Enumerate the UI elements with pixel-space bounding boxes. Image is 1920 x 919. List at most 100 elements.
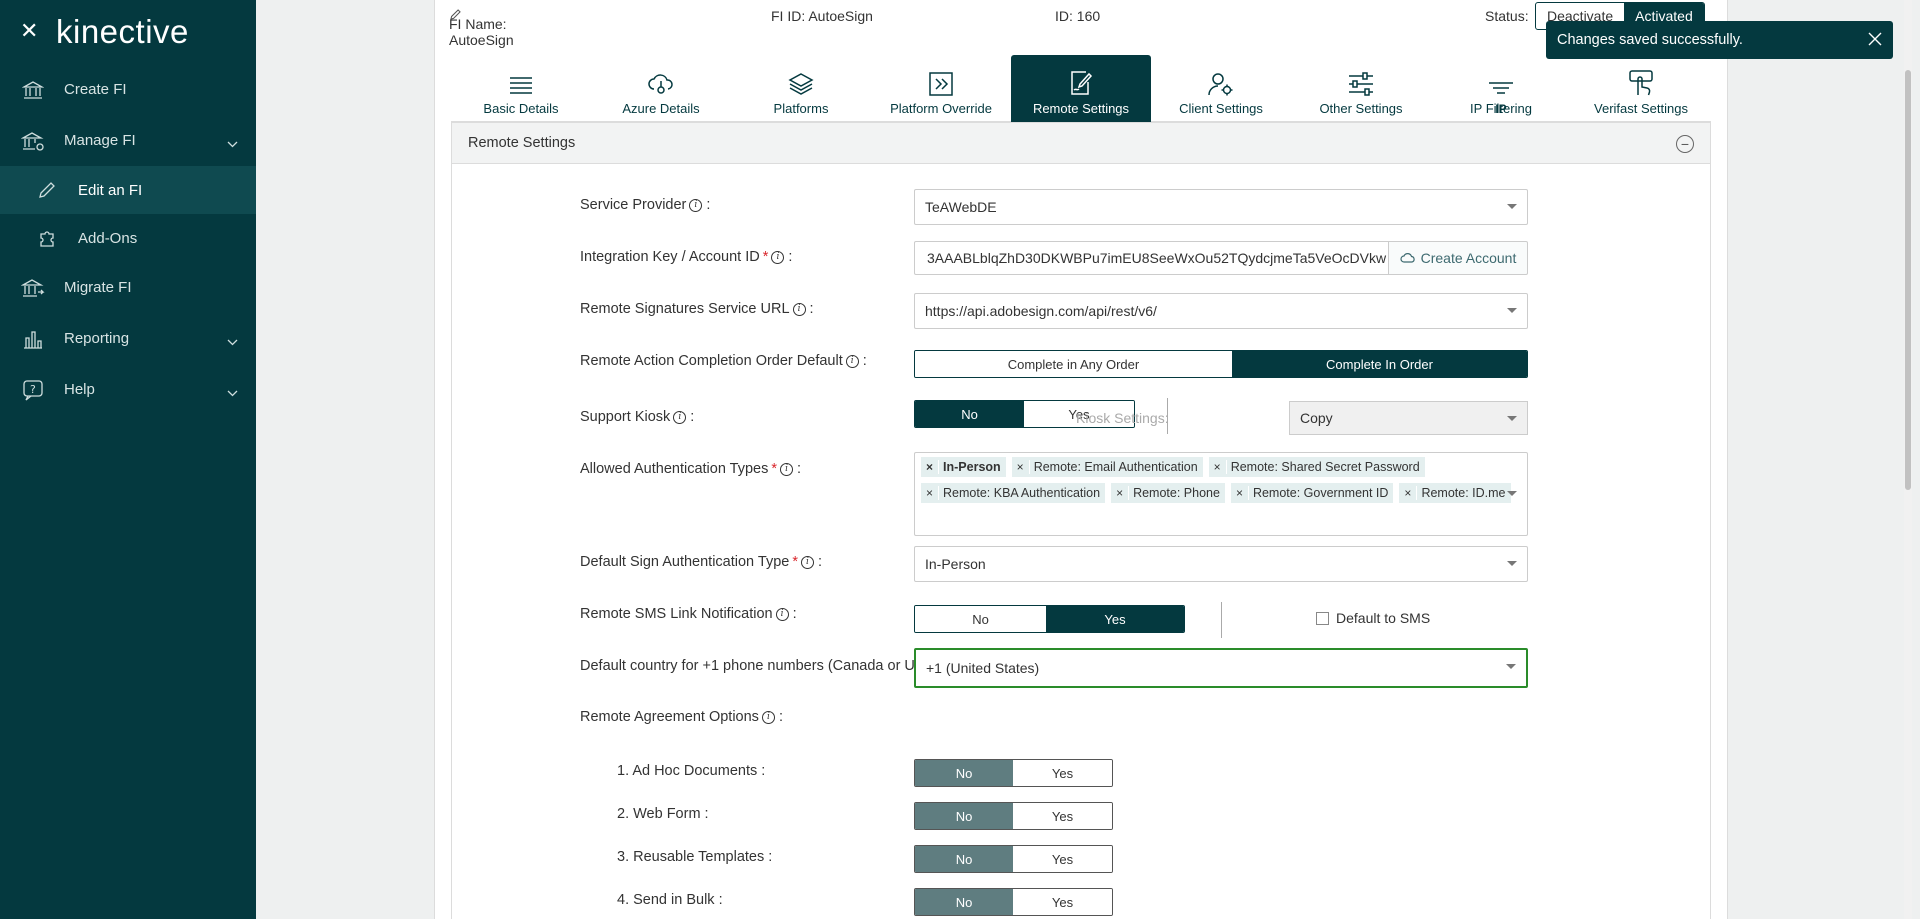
sidebar-item-migrate-fi[interactable]: Migrate FI xyxy=(0,262,256,313)
auth-chip[interactable]: × Remote: Email Authentication xyxy=(1011,457,1203,477)
web-form-no-option[interactable]: No xyxy=(915,803,1013,829)
sms-no-option[interactable]: No xyxy=(915,606,1047,632)
complete-any-order-option[interactable]: Complete in Any Order xyxy=(915,351,1232,377)
auth-chip[interactable]: × Remote: Government ID xyxy=(1230,483,1394,503)
reusable-templates-label: 3. Reusable Templates : xyxy=(617,849,773,865)
sms-notify-toggle[interactable]: No Yes xyxy=(914,605,1185,633)
auth-chip[interactable]: × Remote: Shared Secret Password xyxy=(1208,457,1425,477)
info-icon[interactable]: i xyxy=(761,710,775,724)
pencil-icon xyxy=(36,177,58,203)
bar-chart-icon xyxy=(20,326,46,352)
remove-chip-icon[interactable]: × xyxy=(1231,486,1249,500)
tab-verifast-settings[interactable]: Verifast Settings xyxy=(1571,55,1711,122)
web-form-yes-option[interactable]: Yes xyxy=(1013,803,1112,829)
service-url-select[interactable]: https://api.adobesign.com/api/rest/v6/ xyxy=(914,293,1528,329)
info-icon[interactable]: i xyxy=(689,198,703,212)
auth-chip[interactable]: × In-Person xyxy=(921,457,1006,477)
send-in-bulk-toggle[interactable]: No Yes xyxy=(914,888,1113,916)
page-scrollbar[interactable] xyxy=(1904,0,1912,919)
collapse-icon[interactable]: − xyxy=(1676,135,1694,153)
tab-azure-details[interactable]: Azure Details xyxy=(591,55,731,122)
default-auth-select[interactable]: In-Person xyxy=(914,546,1528,582)
chevron-down-icon xyxy=(227,384,238,401)
section-header[interactable]: Remote Settings − xyxy=(451,122,1711,164)
remove-chip-icon[interactable]: × xyxy=(1209,460,1227,474)
sms-yes-option[interactable]: Yes xyxy=(1046,606,1184,632)
tab-other-settings[interactable]: Other Settings xyxy=(1291,55,1431,122)
divider xyxy=(1221,602,1222,638)
default-auth-label: Default Sign Authentication Type * i: xyxy=(580,554,823,570)
info-icon[interactable]: i xyxy=(800,555,814,569)
send-in-bulk-yes-option[interactable]: Yes xyxy=(1013,889,1112,915)
tab-platform-override[interactable]: Platform Override xyxy=(871,55,1011,122)
send-in-bulk-label: 4. Send in Bulk : xyxy=(617,892,723,908)
sidebar-item-help[interactable]: ? Help xyxy=(0,364,256,415)
integration-key-input[interactable]: 3AAABLblqZhD30DKWBPu7imEU8SeeWxOu52TQydc… xyxy=(914,241,1390,275)
default-country-select[interactable]: +1 (United States) xyxy=(914,648,1528,688)
chevron-down-icon xyxy=(1506,664,1516,669)
auth-chip[interactable]: × Remote: KBA Authentication xyxy=(921,483,1106,503)
ip-glyph: IP xyxy=(1495,102,1507,116)
service-provider-select[interactable]: TeAWebDE xyxy=(914,189,1528,225)
label-text: Remote SMS Link Notification xyxy=(580,606,773,622)
tab-label: Other Settings xyxy=(1319,101,1403,116)
close-sidebar-icon[interactable]: ✕ xyxy=(20,21,48,43)
info-icon[interactable]: i xyxy=(775,607,789,621)
tab-remote-settings[interactable]: Remote Settings xyxy=(1011,55,1151,122)
reusable-templates-no-option[interactable]: No xyxy=(915,846,1013,872)
reusable-templates-yes-option[interactable]: Yes xyxy=(1013,846,1112,872)
tab-client-settings[interactable]: Client Settings xyxy=(1151,55,1291,122)
tab-ip-filtering[interactable]: IP IP Filtering xyxy=(1431,55,1571,122)
auth-chip[interactable]: × Remote: Phone xyxy=(1111,483,1225,503)
chip-label: Remote: Shared Secret Password xyxy=(1230,460,1420,474)
scrollbar-thumb[interactable] xyxy=(1905,70,1911,490)
remove-chip-icon[interactable]: × xyxy=(1111,486,1130,500)
remove-chip-icon[interactable]: × xyxy=(1012,460,1030,474)
checkbox-box[interactable] xyxy=(1316,611,1329,625)
support-kiosk-label: Support Kiosk i: xyxy=(580,409,695,425)
chevron-down-icon xyxy=(227,135,238,152)
web-form-toggle[interactable]: No Yes xyxy=(914,802,1113,830)
info-icon[interactable]: i xyxy=(845,354,859,368)
chip-label: Remote: Email Authentication xyxy=(1033,460,1198,474)
ad-hoc-toggle[interactable]: No Yes xyxy=(914,759,1113,787)
service-provider-label: Service Provider i: xyxy=(580,197,711,213)
info-icon[interactable]: i xyxy=(771,250,785,264)
tab-platforms[interactable]: Platforms xyxy=(731,55,871,122)
complete-in-order-option[interactable]: Complete In Order xyxy=(1231,351,1527,377)
ad-hoc-yes-option[interactable]: Yes xyxy=(1013,760,1112,786)
kiosk-no-option[interactable]: No xyxy=(915,401,1024,427)
sidebar-item-create-fi[interactable]: Create FI xyxy=(0,64,256,115)
tab-basic-details[interactable]: Basic Details xyxy=(451,55,591,122)
close-icon[interactable] xyxy=(1867,31,1883,51)
remove-chip-icon[interactable]: × xyxy=(921,460,940,474)
service-url-label: Remote Signatures Service URL i: xyxy=(580,301,814,317)
layers-icon xyxy=(788,73,814,95)
info-icon[interactable]: i xyxy=(673,410,687,424)
create-account-button[interactable]: Create Account xyxy=(1388,241,1528,275)
ad-hoc-no-option[interactable]: No xyxy=(915,760,1013,786)
sidebar-item-edit-fi[interactable]: Edit an FI xyxy=(0,166,256,214)
info-icon[interactable]: i xyxy=(780,462,794,476)
label-text: Default Sign Authentication Type xyxy=(580,554,790,570)
sidebar-item-add-ons[interactable]: Add-Ons xyxy=(0,214,256,262)
settings-tabs: Basic Details Azure Details Platforms Pl… xyxy=(451,55,1711,122)
sidebar-item-reporting[interactable]: Reporting xyxy=(0,313,256,364)
remove-chip-icon[interactable]: × xyxy=(921,486,940,500)
chip-label: Remote: ID.me xyxy=(1421,486,1506,500)
chevron-down-icon xyxy=(1507,308,1517,313)
send-in-bulk-no-option[interactable]: No xyxy=(915,889,1013,915)
reusable-templates-toggle[interactable]: No Yes xyxy=(914,845,1113,873)
fi-edit-card: FI Name: AutoeSign FI ID: AutoeSign ID: … xyxy=(434,0,1728,919)
remove-chip-icon[interactable]: × xyxy=(1399,486,1418,500)
toast-message: Changes saved successfully. xyxy=(1557,32,1743,48)
user-gear-icon xyxy=(1208,73,1233,96)
chevron-down-icon xyxy=(1507,204,1517,209)
sidebar-item-manage-fi[interactable]: Manage FI xyxy=(0,115,256,166)
info-icon[interactable]: i xyxy=(792,302,806,316)
auth-types-multiselect[interactable]: × In-Person × Remote: Email Authentication… xyxy=(914,452,1528,536)
completion-order-toggle[interactable]: Complete in Any Order Complete In Order xyxy=(914,350,1528,378)
auth-chip[interactable]: × Remote: ID.me xyxy=(1399,483,1511,503)
kiosk-settings-select[interactable]: Copy xyxy=(1289,401,1528,435)
default-to-sms-checkbox[interactable]: Default to SMS xyxy=(1316,610,1430,626)
